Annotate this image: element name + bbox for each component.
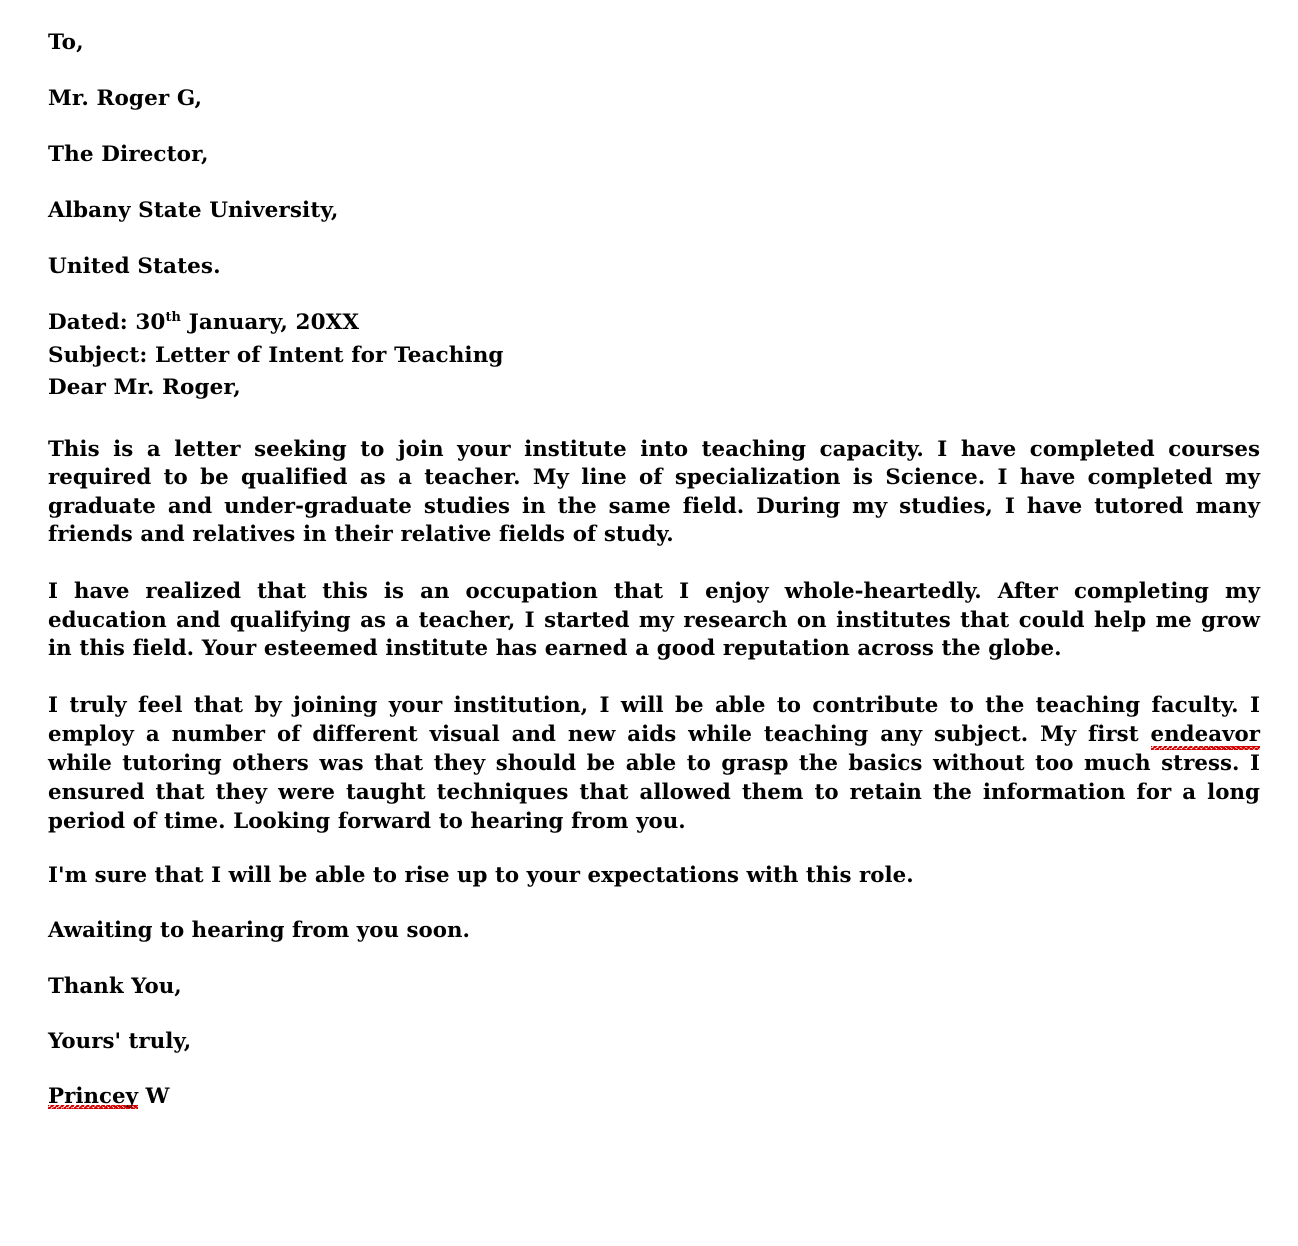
letter-document: To, Mr. Roger G, The Director, Albany St… [0,0,1298,1246]
closing-line-awaiting: Awaiting to hearing from you soon. [48,918,471,944]
closing-line-yours-truly: Yours' truly, [48,1029,192,1055]
recipient-line-country: United States. [48,254,221,279]
letter-date-label: Dated: 30 [48,310,166,335]
recipient-address-block: To, Mr. Roger G, The Director, Albany St… [48,32,1260,278]
body-paragraph-2: I have realized that this is an occupati… [48,579,1260,662]
body-paragraph-1: This is a letter seeking to join your in… [48,436,1260,548]
letter-date-rest: January, 20XX [181,310,360,335]
letter-meta-block: Dated: 30th January, 20XX Subject: Lette… [48,309,1260,400]
paragraph-3-text-after: while tutoring others was that they shou… [48,751,1260,834]
body-paragraph-3: I truly feel that by joining your instit… [48,692,1261,836]
recipient-line-title: The Director, [48,142,209,167]
paragraph-3-text-before: I truly feel that by joining your instit… [48,692,1260,747]
signature-name-initial: W [138,1084,170,1110]
spellcheck-misspelled-word-endeavor: endeavor [1150,720,1261,751]
recipient-line-name: Mr. Roger G, [48,86,203,111]
letter-body: This is a letter seeking to join your in… [48,436,1261,1110]
letter-date-ordinal: th [165,309,181,325]
signature-name: Princey W [48,1084,1260,1110]
closing-line-expectations: I'm sure that I will be able to rise up … [48,863,914,889]
closing-line-thank-you: Thank You, [48,973,182,999]
recipient-line-to: To, [48,30,84,55]
letter-date: Dated: 30th January, 20XX [48,309,1260,335]
recipient-line-organization: Albany State University, [48,198,339,223]
letter-salutation: Dear Mr. Roger, [48,375,241,400]
spellcheck-misspelled-word-princey: Princey [48,1084,139,1110]
letter-subject: Subject: Letter of Intent for Teaching [48,342,504,368]
